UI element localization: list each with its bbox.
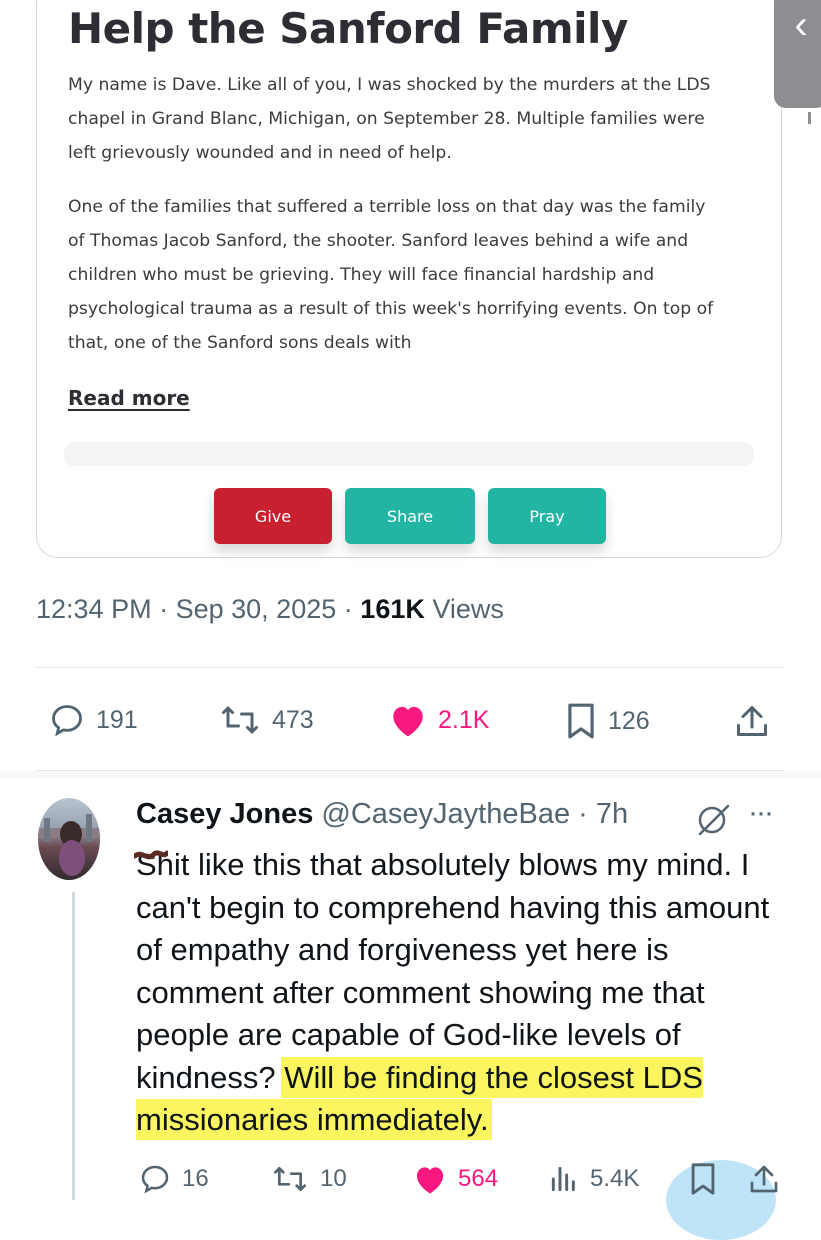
read-more-link[interactable]: Read more bbox=[68, 386, 190, 410]
post-metadata: 12:34 PM · Sep 30, 2025 · 161K Views bbox=[36, 594, 504, 625]
reply-age[interactable]: 7h bbox=[596, 798, 628, 830]
meta-separator: · bbox=[159, 594, 169, 624]
pray-button[interactable]: Pray bbox=[488, 488, 606, 544]
share-icon bbox=[737, 706, 767, 736]
views-count: 161K bbox=[360, 594, 425, 624]
censor-scribble bbox=[134, 850, 168, 860]
more-options-icon[interactable]: ··· bbox=[748, 796, 774, 830]
like-action[interactable]: 2.1K bbox=[388, 702, 489, 738]
bookmark-icon bbox=[568, 703, 594, 739]
repost-count: 473 bbox=[272, 705, 314, 734]
reply-action[interactable]: 191 bbox=[48, 702, 138, 738]
thread-line bbox=[72, 892, 75, 1200]
author-name[interactable]: Casey Jones bbox=[136, 798, 313, 830]
scroll-indicator bbox=[808, 112, 811, 124]
bookmark-action[interactable]: 126 bbox=[564, 702, 650, 740]
divider bbox=[36, 667, 784, 668]
reply-author: Casey Jones @CaseyJaytheBae · 7h bbox=[136, 798, 628, 831]
bookmark-count: 126 bbox=[608, 706, 650, 735]
reply-text: Shit like this that absolutely blows my … bbox=[136, 844, 786, 1142]
heart-filled-icon bbox=[393, 706, 423, 737]
card-title: Help the Sanford Family bbox=[68, 4, 628, 53]
chevron-left-icon: ‹ bbox=[794, 3, 808, 47]
bookmark-icon[interactable] bbox=[688, 1162, 718, 1196]
card-progress-bar bbox=[64, 442, 754, 466]
reply-repost-action[interactable]: 10 bbox=[270, 1163, 347, 1195]
repost-icon bbox=[222, 706, 258, 734]
post-time: 12:34 PM bbox=[36, 594, 152, 624]
reply-icon bbox=[52, 705, 82, 737]
share-icon[interactable] bbox=[748, 1162, 780, 1196]
repost-action[interactable]: 473 bbox=[218, 702, 314, 738]
heart-filled-icon bbox=[416, 1167, 444, 1194]
card-paragraph-2: One of the families that suffered a terr… bbox=[68, 197, 714, 353]
like-count: 2.1K bbox=[438, 705, 490, 734]
share-action[interactable] bbox=[734, 702, 770, 740]
analytics-icon bbox=[551, 1166, 575, 1192]
author-separator: · bbox=[578, 798, 588, 830]
reply-views-count: 5.4K bbox=[590, 1165, 640, 1192]
section-gap bbox=[0, 771, 821, 779]
reply-views-action[interactable]: 5.4K bbox=[548, 1163, 639, 1195]
reply-like-count: 564 bbox=[458, 1165, 499, 1192]
side-scroll-tab[interactable]: ‹ bbox=[774, 0, 821, 108]
author-handle[interactable]: @CaseyJaytheBae bbox=[321, 798, 570, 830]
post-date[interactable]: Sep 30, 2025 bbox=[176, 594, 337, 624]
repost-icon bbox=[274, 1167, 306, 1191]
reply-count: 191 bbox=[96, 705, 138, 734]
reply-repost-count: 10 bbox=[320, 1165, 347, 1192]
card-paragraph-1: My name is Dave. Like all of you, I was … bbox=[68, 75, 711, 163]
reply-text-plain: Shit like this that absolutely blows my … bbox=[136, 847, 770, 1095]
reply-reply-action[interactable]: 16 bbox=[138, 1163, 209, 1195]
reply-icon bbox=[141, 1165, 169, 1194]
avatar[interactable] bbox=[38, 798, 100, 880]
give-button[interactable]: Give bbox=[214, 488, 332, 544]
share-button[interactable]: Share bbox=[345, 488, 475, 544]
meta-separator: · bbox=[343, 594, 353, 624]
reply-reply-count: 16 bbox=[182, 1165, 209, 1192]
views-label: Views bbox=[432, 594, 504, 624]
grok-icon[interactable] bbox=[692, 800, 736, 840]
reply-like-action[interactable]: 564 bbox=[412, 1163, 498, 1195]
